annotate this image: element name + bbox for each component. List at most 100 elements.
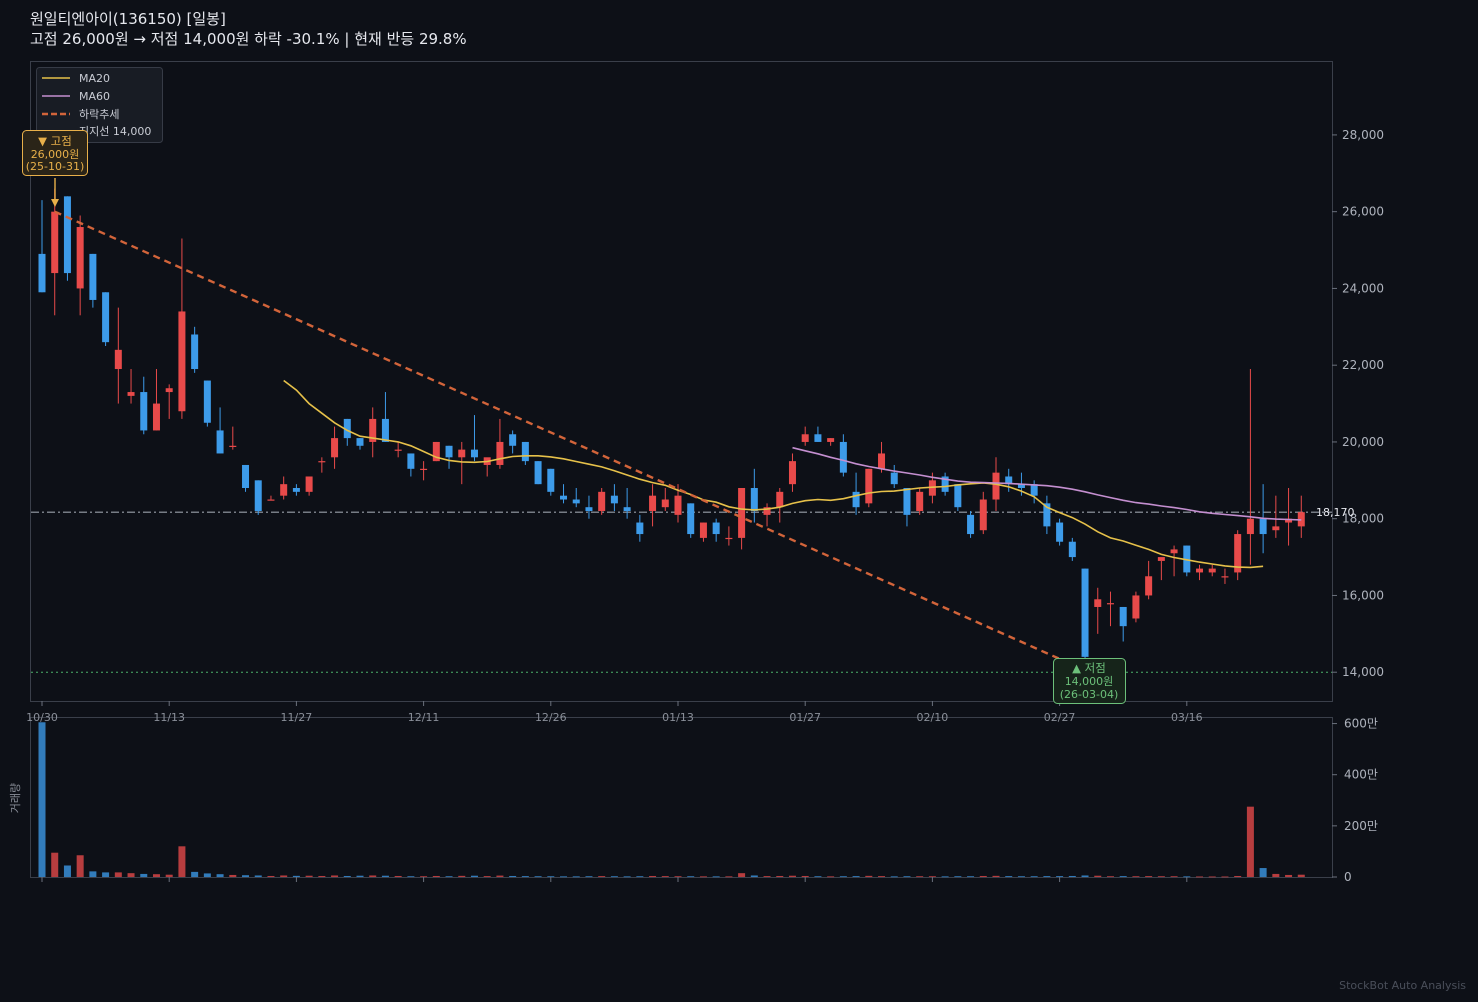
volume-axis-label: 거래량 [9, 783, 22, 813]
candle-body [51, 211, 59, 274]
candle-body [470, 449, 478, 458]
candle-body [140, 392, 148, 431]
trough-label: ▲ 저점 [1072, 661, 1106, 675]
volume-bar [1297, 874, 1305, 877]
volume-bar [725, 876, 733, 878]
volume-bar [216, 874, 224, 877]
candle-body [63, 196, 71, 274]
candle-body [967, 514, 975, 535]
volume-bar [292, 875, 300, 877]
volume-bar [331, 875, 339, 877]
candle-body [903, 488, 911, 515]
candle-body [242, 464, 250, 488]
candle-body [203, 380, 211, 423]
volume-bar [534, 876, 542, 878]
candle-body [521, 441, 529, 462]
volume-bar [661, 876, 669, 877]
volume-bar [1094, 875, 1102, 877]
volume-bar [1285, 874, 1293, 877]
volume-bar [610, 876, 618, 878]
candle-body [598, 491, 606, 512]
volume-bar [1221, 876, 1229, 878]
volume-bar [432, 875, 440, 877]
x-tick-label: 01/27 [789, 711, 821, 724]
candle-body [114, 349, 122, 370]
candle-body [687, 503, 695, 535]
y-tick-label: 16,000 [1342, 588, 1384, 602]
trough-date: (26-03-04) [1060, 688, 1119, 701]
volume-bar [458, 875, 466, 877]
candle-body [292, 488, 300, 492]
volume-bar [496, 875, 504, 877]
volume-bar [623, 876, 631, 878]
candle-body [801, 434, 809, 442]
volume-bar [674, 876, 682, 878]
x-tick-label: 12/11 [408, 711, 440, 724]
volume-bar [763, 876, 771, 877]
y-tick-label: 26,000 [1342, 205, 1384, 219]
volume-bar [1030, 876, 1038, 878]
x-tick-label: 10/30 [26, 711, 58, 724]
volume-bar [229, 874, 237, 877]
ma20-line [283, 379, 1264, 569]
candle-body [585, 507, 593, 512]
volume-bar [839, 876, 847, 878]
volume-bar [318, 875, 326, 877]
x-tick-label: 11/27 [281, 711, 313, 724]
volume-bar [178, 846, 186, 877]
volume-bar [305, 875, 313, 877]
y-tick-label: 14,000 [1342, 665, 1384, 679]
candle-body [699, 522, 707, 538]
candle-body [979, 499, 987, 531]
candle-body [318, 461, 326, 463]
candle-body [776, 491, 784, 508]
volume-bar [814, 876, 822, 878]
volume-bar [280, 875, 288, 877]
volume-bar [890, 876, 898, 878]
x-tick-label: 02/27 [1044, 711, 1076, 724]
volume-bar [114, 872, 122, 877]
peak-annotation: ▼ 고점 26,000원 (25-10-31) [22, 130, 88, 207]
candle-body [76, 227, 84, 289]
x-axis: 10/30 11/13 11/27 12/11 12/26 01/13 01/27 02/10… [26, 701, 1203, 882]
candle-body [1081, 568, 1089, 657]
volume-bar [1081, 875, 1089, 877]
candle-body [1259, 518, 1267, 535]
candle-body [38, 253, 46, 293]
x-tick-label: 02/10 [917, 711, 949, 724]
candle-body [127, 392, 135, 396]
candlestick-chart: 14,00016,00018,00020,00022,00024,00026,0… [9, 61, 1384, 884]
candle-body [1170, 549, 1178, 554]
volume-bar [636, 876, 644, 878]
volume-bar [687, 876, 695, 878]
candle-body [750, 488, 758, 512]
candle-body [1068, 541, 1076, 558]
trough-annotation: ▲ 저점 14,000원 (26-03-04) [1053, 658, 1126, 704]
candle-body [420, 468, 428, 471]
volume-bar [712, 876, 720, 878]
volume-panel [30, 717, 1333, 878]
volume-bar [738, 873, 746, 877]
volume-bar [394, 875, 402, 877]
candle-body [509, 434, 517, 446]
candle-body [496, 441, 504, 465]
candle-body [1119, 606, 1127, 627]
candle-body [191, 334, 199, 370]
volume-bar [776, 875, 784, 877]
volume-bar [369, 875, 377, 877]
volume-tick-label: 0 [1344, 870, 1352, 884]
volume-bar [242, 875, 250, 877]
candle-body [445, 445, 453, 458]
volume-bar [63, 865, 71, 877]
legend-trend: 하락추세 [79, 107, 119, 121]
y-tick-label: 24,000 [1342, 281, 1384, 295]
volume-bar [852, 876, 860, 877]
trough-price: 14,000원 [1065, 675, 1114, 688]
candle-body [280, 484, 288, 496]
candle-body [1030, 484, 1038, 496]
volume-bar [356, 875, 364, 877]
candle-body [458, 449, 466, 458]
candle-body [623, 507, 631, 512]
x-tick-label: 11/13 [153, 711, 185, 724]
candle-body [89, 253, 97, 300]
